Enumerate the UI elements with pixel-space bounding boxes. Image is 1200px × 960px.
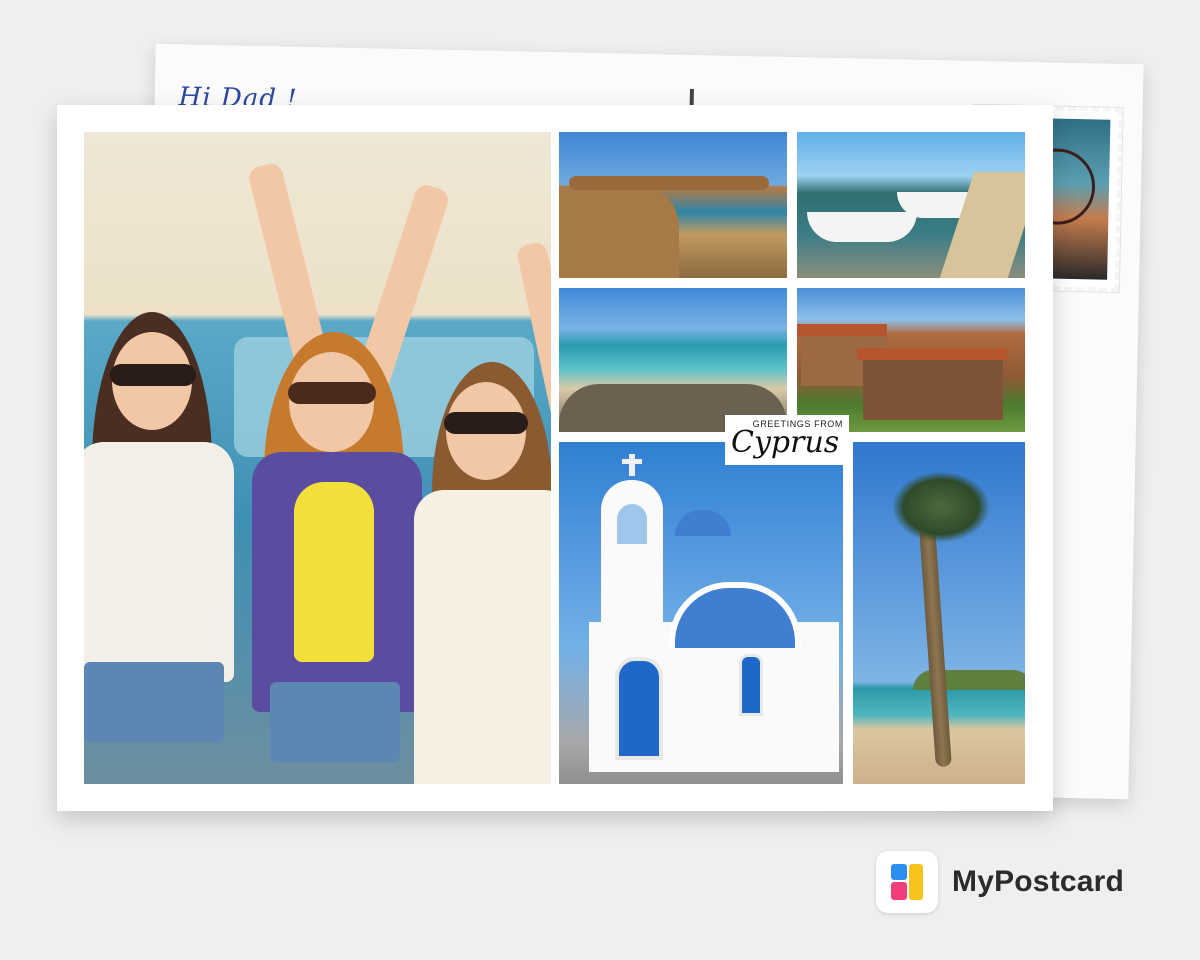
photo-village [797,288,1025,432]
brand[interactable]: MyPostcard [876,851,1124,913]
photo-palm-tree [853,442,1025,784]
photo-beach [559,288,787,432]
palm-trunk [918,511,952,768]
brand-name: MyPostcard [952,865,1125,898]
cross-icon [629,454,635,476]
postcard-front: GREETINGS FROM Cyprus [57,105,1053,811]
person-left [84,312,244,784]
bell-tower [601,480,663,630]
blue-window [739,654,763,716]
palm-fronds [893,472,989,542]
greeting-label: GREETINGS FROM Cyprus [725,415,849,465]
photo-friends [84,132,551,784]
photo-chapel [559,442,843,784]
bell-icon [617,504,647,544]
person-center [234,161,452,784]
mypostcard-logo-icon [876,851,938,913]
greeting-title: Cyprus [731,425,840,460]
person-right [414,240,551,784]
blue-dome [669,582,801,648]
photo-harbor [797,132,1025,278]
blue-door [615,657,663,760]
photo-coastline [559,132,787,278]
